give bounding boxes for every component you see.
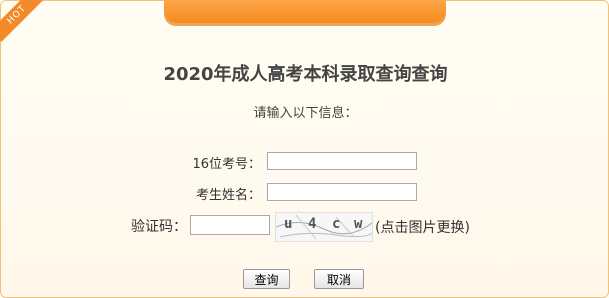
student-name-label: 考生姓名： [195, 188, 261, 203]
cancel-button[interactable]: 取消 [314, 269, 364, 289]
captcha-refresh-hint[interactable]: (点击图片更换) [375, 217, 470, 237]
captcha-char: c [332, 216, 341, 232]
header-tab [164, 0, 446, 23]
form-instruction: 请输入以下信息： [253, 106, 358, 121]
exam-number-input[interactable] [267, 152, 417, 170]
student-name-input[interactable] [267, 183, 417, 201]
captcha-char: u [284, 216, 293, 232]
query-panel: HOT 2020年成人高考本科录取查询查询 请输入以下信息： 16位考号： 考生… [0, 0, 609, 298]
captcha-char: 4 [308, 216, 317, 232]
captcha-image[interactable]: u 4 c w [275, 212, 373, 242]
captcha-input[interactable] [190, 215, 270, 235]
hot-badge: HOT [0, 0, 44, 42]
page-title: 2020年成人高考本科录取查询查询 [163, 64, 448, 85]
captcha-char: w [354, 216, 363, 232]
captcha-label: 验证码： [131, 219, 187, 235]
submit-button[interactable]: 查询 [243, 269, 290, 289]
exam-number-label: 16位考号： [192, 157, 261, 172]
